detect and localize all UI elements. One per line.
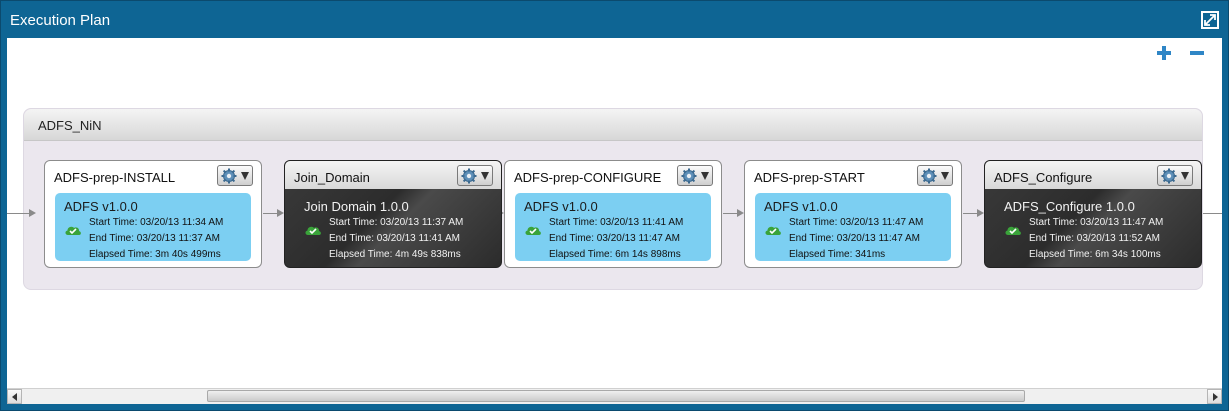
step-title: ADFS_Configure bbox=[994, 170, 1093, 185]
arrow-icon bbox=[277, 209, 284, 217]
success-cloud-icon bbox=[305, 226, 321, 235]
arrow-icon bbox=[977, 209, 984, 217]
step-card[interactable]: ADFS-prep-INSTALL ADFS v1.0.0 Start Time… bbox=[44, 160, 262, 268]
scroll-right-button[interactable] bbox=[1207, 389, 1222, 404]
arrow-icon bbox=[737, 209, 744, 217]
end-time: End Time: 03/20/13 11:47 AM bbox=[549, 233, 681, 244]
start-time: Start Time: 03/20/13 11:47 AM bbox=[1029, 217, 1164, 228]
step-title: ADFS-prep-START bbox=[754, 170, 865, 185]
connector-in bbox=[7, 213, 29, 214]
arrow-icon bbox=[29, 209, 36, 217]
end-time: End Time: 03/20/13 11:52 AM bbox=[1029, 233, 1161, 244]
status-card: ADFS v1.0.0 Start Time: 03/20/13 11:34 A… bbox=[55, 193, 251, 261]
success-cloud-icon bbox=[1005, 226, 1021, 235]
step-actions-button[interactable] bbox=[217, 165, 253, 186]
step-actions-button[interactable] bbox=[457, 165, 493, 186]
component-name: ADFS v1.0.0 bbox=[64, 199, 138, 214]
gear-icon bbox=[461, 168, 477, 184]
status-card: ADFS v1.0.0 Start Time: 03/20/13 11:41 A… bbox=[515, 193, 711, 261]
step-card[interactable]: ADFS-prep-START ADFS v1.0.0 Start Time: … bbox=[744, 160, 962, 268]
status-card: Join Domain 1.0.0 Start Time: 03/20/13 1… bbox=[295, 193, 491, 261]
step-actions-button[interactable] bbox=[917, 165, 953, 186]
component-name: ADFS_Configure 1.0.0 bbox=[1004, 199, 1135, 214]
start-time: Start Time: 03/20/13 11:34 AM bbox=[89, 217, 224, 228]
step-card[interactable]: Join_Domain Join Domain 1.0.0 Start Time… bbox=[284, 160, 502, 268]
zoom-in-button[interactable] bbox=[1157, 46, 1171, 60]
scrollbar-thumb[interactable] bbox=[207, 390, 1025, 402]
elapsed-time: Elapsed Time: 4m 49s 838ms bbox=[329, 249, 461, 260]
elapsed-time: Elapsed Time: 6m 14s 898ms bbox=[549, 249, 681, 260]
start-time: Start Time: 03/20/13 11:41 AM bbox=[549, 217, 684, 228]
success-cloud-icon bbox=[65, 226, 81, 235]
execution-plan-window: Execution Plan ADFS_NiN ADFS-prep-INSTAL… bbox=[0, 0, 1229, 411]
start-time: Start Time: 03/20/13 11:37 AM bbox=[329, 217, 464, 228]
end-time: End Time: 03/20/13 11:41 AM bbox=[329, 233, 461, 244]
plan-canvas: ADFS_NiN ADFS-prep-INSTALL ADFS v1.0.0 S… bbox=[7, 38, 1222, 388]
end-time: End Time: 03/20/13 11:37 AM bbox=[89, 233, 221, 244]
gear-icon bbox=[681, 168, 697, 184]
zoom-out-button[interactable] bbox=[1190, 46, 1204, 60]
chevron-down-icon bbox=[1181, 172, 1189, 180]
gear-icon bbox=[221, 168, 237, 184]
scroll-left-button[interactable] bbox=[7, 389, 22, 404]
gear-icon bbox=[1161, 168, 1177, 184]
gear-icon bbox=[921, 168, 937, 184]
minus-icon bbox=[1190, 51, 1204, 55]
step-title: ADFS-prep-INSTALL bbox=[54, 170, 176, 185]
status-card: ADFS v1.0.0 Start Time: 03/20/13 11:47 A… bbox=[755, 193, 951, 261]
component-name: ADFS v1.0.0 bbox=[524, 199, 598, 214]
status-card: ADFS_Configure 1.0.0 Start Time: 03/20/1… bbox=[995, 193, 1191, 261]
group-header: ADFS_NiN bbox=[24, 109, 1202, 141]
step-card[interactable]: ADFS-prep-CONFIGURE ADFS v1.0.0 Start Ti… bbox=[504, 160, 722, 268]
arrow-left-icon bbox=[12, 393, 17, 401]
titlebar: Execution Plan bbox=[2, 2, 1227, 38]
group-name: ADFS_NiN bbox=[38, 118, 102, 133]
start-time: Start Time: 03/20/13 11:47 AM bbox=[789, 217, 924, 228]
chevron-down-icon bbox=[481, 172, 489, 180]
chevron-down-icon bbox=[941, 172, 949, 180]
step-title: ADFS-prep-CONFIGURE bbox=[514, 170, 662, 185]
arrow-right-icon bbox=[1213, 393, 1218, 401]
elapsed-time: Elapsed Time: 341ms bbox=[789, 249, 886, 260]
component-name: Join Domain 1.0.0 bbox=[304, 199, 409, 214]
chevron-down-icon bbox=[241, 172, 249, 180]
elapsed-time: Elapsed Time: 6m 34s 100ms bbox=[1029, 249, 1161, 260]
window-title: Execution Plan bbox=[10, 12, 111, 29]
horizontal-scrollbar[interactable] bbox=[7, 388, 1222, 404]
maximize-icon[interactable] bbox=[1201, 11, 1219, 29]
success-cloud-icon bbox=[525, 226, 541, 235]
step-card[interactable]: ADFS_Configure ADFS_Configure 1.0.0 Star… bbox=[984, 160, 1202, 268]
step-actions-button[interactable] bbox=[677, 165, 713, 186]
chevron-down-icon bbox=[701, 172, 709, 180]
connector-out bbox=[1203, 213, 1222, 214]
component-name: ADFS v1.0.0 bbox=[764, 199, 838, 214]
success-cloud-icon bbox=[765, 226, 781, 235]
elapsed-time: Elapsed Time: 3m 40s 499ms bbox=[89, 249, 221, 260]
step-actions-button[interactable] bbox=[1157, 165, 1193, 186]
end-time: End Time: 03/20/13 11:47 AM bbox=[789, 233, 921, 244]
step-title: Join_Domain bbox=[294, 170, 370, 185]
